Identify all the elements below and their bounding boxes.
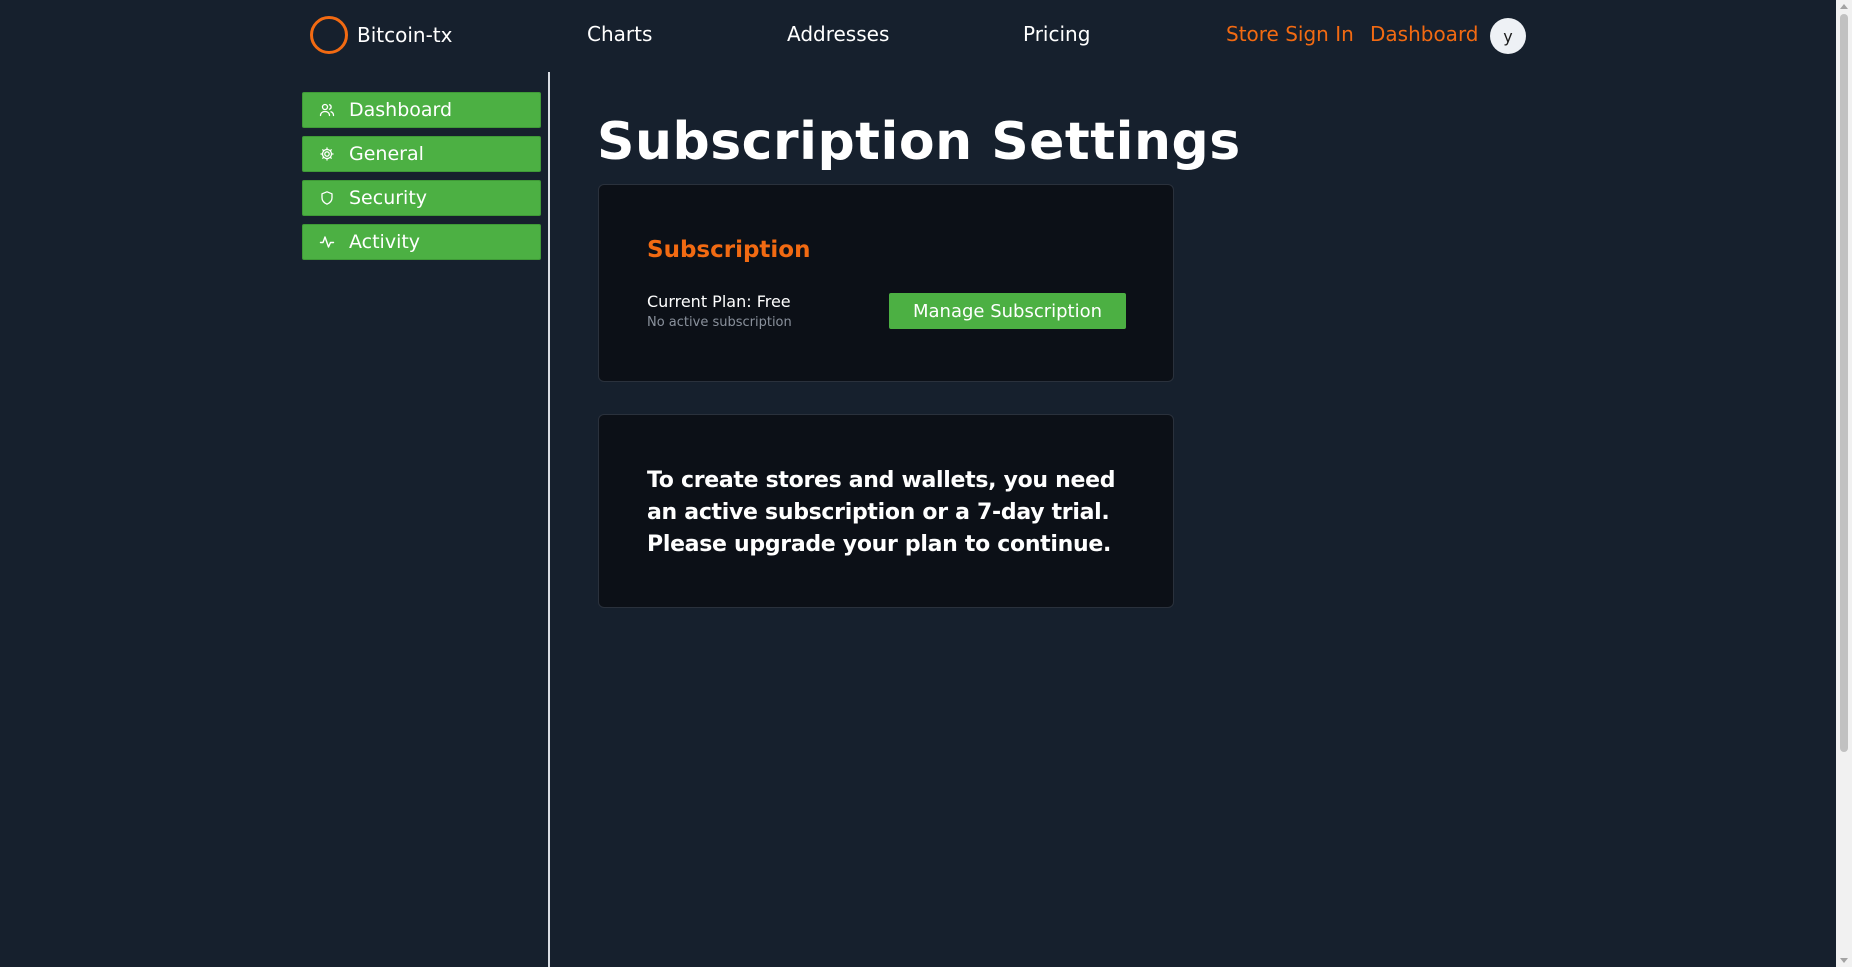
brand-name: Bitcoin-tx bbox=[357, 23, 453, 47]
scroll-up-arrow-icon[interactable] bbox=[1840, 4, 1848, 9]
scrollbar-thumb[interactable] bbox=[1840, 14, 1848, 752]
sidebar-item-label: Activity bbox=[349, 231, 421, 253]
gear-icon bbox=[319, 146, 335, 162]
nav-charts[interactable]: Charts bbox=[587, 22, 652, 46]
shield-icon bbox=[319, 190, 335, 206]
upgrade-notice-card: To create stores and wallets, you need a… bbox=[598, 414, 1174, 608]
page: Bitcoin-tx Charts Addresses Pricing Stor… bbox=[0, 0, 1852, 967]
sidebar-item-activity[interactable]: Activity bbox=[302, 224, 541, 260]
page-title: Subscription Settings bbox=[597, 112, 1241, 172]
manage-subscription-button[interactable]: Manage Subscription bbox=[889, 293, 1126, 329]
sidebar-item-general[interactable]: General bbox=[302, 136, 541, 172]
vertical-scrollbar[interactable] bbox=[1836, 0, 1852, 967]
upgrade-notice-text: To create stores and wallets, you need a… bbox=[647, 468, 1116, 557]
nav-addresses[interactable]: Addresses bbox=[787, 22, 889, 46]
bitcoin-ring-icon bbox=[310, 16, 348, 54]
sidebar: Dashboard General Security Activity bbox=[302, 92, 541, 268]
subscription-status-note: No active subscription bbox=[647, 315, 792, 330]
sidebar-item-label: Security bbox=[349, 187, 428, 209]
brand-logo[interactable]: Bitcoin-tx bbox=[310, 16, 452, 54]
dashboard-link[interactable]: Dashboard bbox=[1370, 22, 1479, 46]
scroll-down-arrow-icon[interactable] bbox=[1840, 958, 1848, 963]
current-plan: Current Plan: Free bbox=[647, 292, 791, 311]
avatar[interactable]: y bbox=[1490, 18, 1526, 54]
users-icon bbox=[319, 102, 335, 118]
sidebar-item-dashboard[interactable]: Dashboard bbox=[302, 92, 541, 128]
store-sign-in-link[interactable]: Store Sign In bbox=[1226, 22, 1354, 46]
subscription-card: Subscription Current Plan: Free No activ… bbox=[598, 184, 1174, 382]
activity-icon bbox=[319, 234, 335, 250]
sidebar-item-label: General bbox=[349, 143, 424, 165]
top-nav: Bitcoin-tx Charts Addresses Pricing Stor… bbox=[0, 0, 1836, 72]
subscription-heading: Subscription bbox=[647, 237, 811, 263]
sidebar-item-label: Dashboard bbox=[349, 99, 453, 121]
sidebar-item-security[interactable]: Security bbox=[302, 180, 541, 216]
sidebar-divider bbox=[548, 72, 550, 967]
nav-pricing[interactable]: Pricing bbox=[1023, 22, 1090, 46]
